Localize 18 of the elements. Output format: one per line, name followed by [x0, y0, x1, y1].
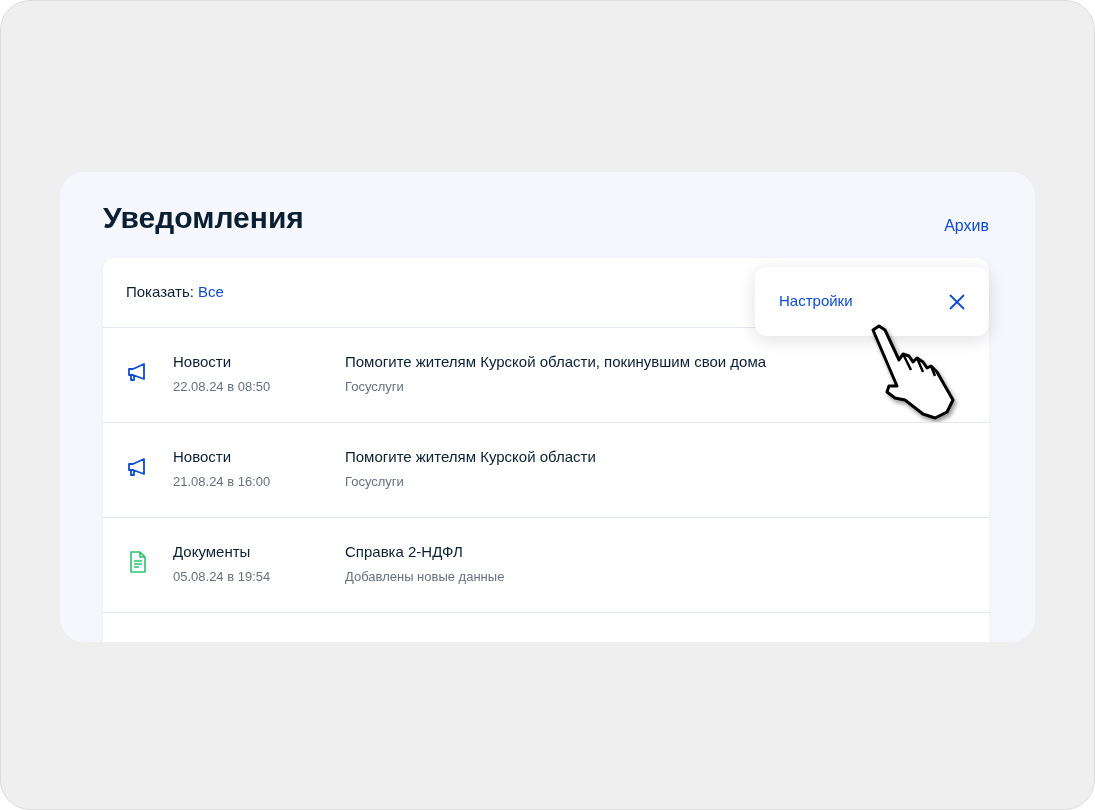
filter-label: Показать: — [126, 282, 194, 303]
archive-link[interactable]: Архив — [944, 214, 989, 238]
notification-title[interactable]: Справка 2-НДФЛ — [345, 542, 505, 562]
date-label: 21.08.24 в 16:00 — [173, 473, 272, 491]
notification-source: Госуслуги — [345, 378, 405, 396]
close-icon[interactable] — [949, 293, 965, 310]
category-label: Новости — [173, 352, 233, 372]
notification-title[interactable]: Помогите жителям Курской области — [345, 447, 596, 467]
filter-link[interactable]: Все — [198, 281, 224, 304]
date-label: 05.08.24 в 19:54 — [173, 568, 272, 586]
notification-source: Добавлены новые данные — [345, 568, 505, 586]
page-title: Уведомления — [103, 200, 304, 236]
category-label: Новости — [173, 447, 233, 467]
date-label: 22.08.24 в 08:50 — [173, 378, 272, 396]
settings-link[interactable]: Настройки — [779, 290, 853, 313]
category-label: Документы — [173, 542, 252, 562]
notification-title[interactable]: Помогите жителям Курской области, покинувшим свои дома — [345, 352, 767, 372]
notification-source: Госуслуги — [345, 473, 405, 491]
